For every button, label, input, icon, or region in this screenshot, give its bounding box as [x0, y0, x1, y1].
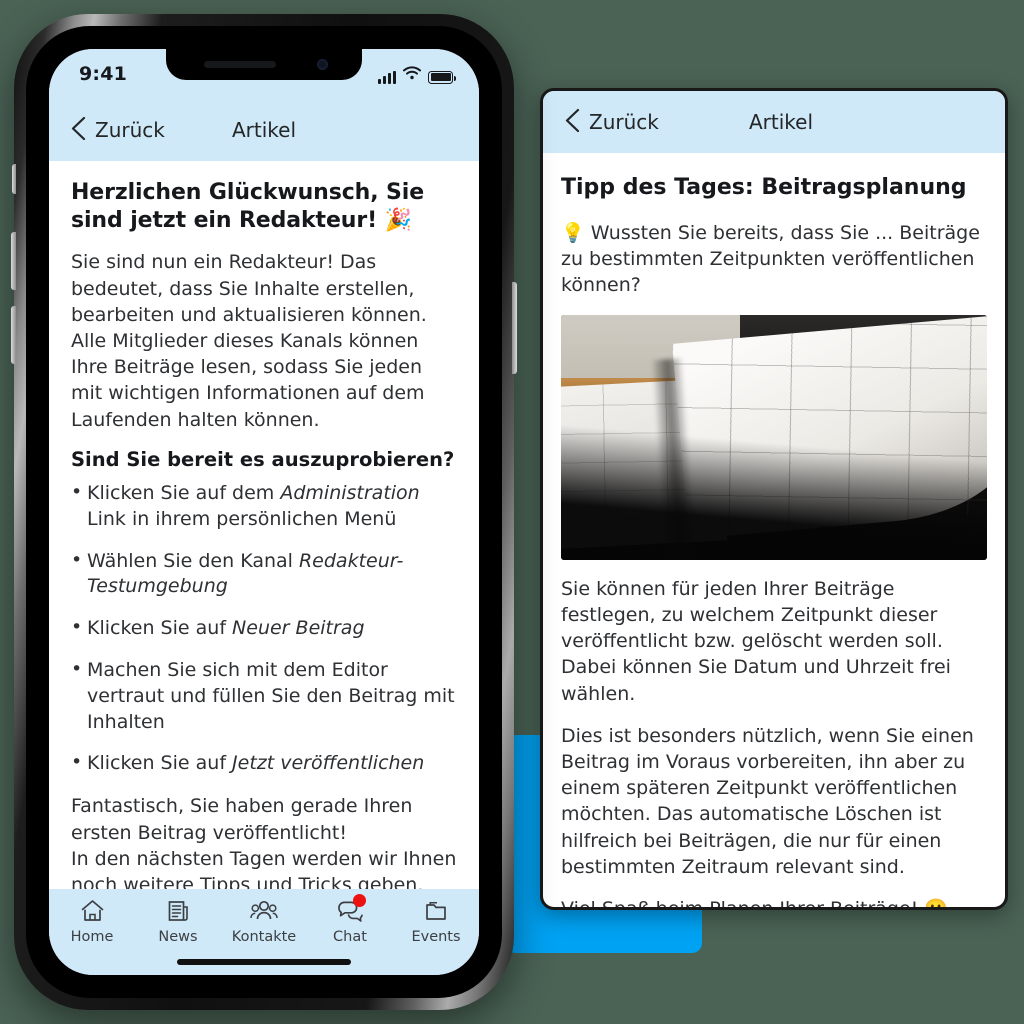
status-icons	[378, 65, 456, 84]
tab-news[interactable]: News	[136, 898, 220, 945]
front-camera	[317, 59, 328, 70]
wifi-icon	[403, 65, 421, 84]
tab-label: Kontakte	[231, 929, 297, 945]
phone-mockup: 9:41 Zurück Artikel Herzlichen Glückwuns…	[11, 14, 517, 1010]
news-icon	[166, 898, 191, 924]
contacts-icon	[250, 898, 278, 924]
silence-switch[interactable]	[12, 164, 16, 194]
earpiece-speaker	[204, 61, 276, 68]
list-item: Klicken Sie auf Neuer Beitrag	[71, 615, 457, 642]
article-subheading: Sind Sie bereit es auszuprobieren?	[71, 447, 455, 471]
phone-screen: 9:41 Zurück Artikel Herzlichen Glückwuns…	[49, 49, 479, 975]
volume-down-button[interactable]	[11, 306, 16, 364]
right-back-label: Zurück	[589, 110, 659, 134]
phone-bezel: 9:41 Zurück Artikel Herzlichen Glückwuns…	[26, 26, 502, 998]
list-item: Klicken Sie auf dem Administration Link …	[71, 480, 457, 533]
secondary-article-card: Zurück Artikel Tipp des Tages: Beitragsp…	[540, 88, 1008, 910]
chat-badge	[352, 894, 366, 907]
list-item: Machen Sie sich mit dem Editor vertraut …	[71, 657, 457, 735]
tab-chat[interactable]: Chat	[308, 894, 392, 945]
home-indicator[interactable]	[177, 959, 351, 965]
phone-navbar: Zurück Artikel	[49, 99, 479, 161]
chat-icon	[337, 894, 366, 924]
power-button[interactable]	[512, 282, 517, 374]
article-intro: Sie sind nun ein Redakteur! Das bedeutet…	[71, 251, 427, 431]
signal-bars-icon	[378, 70, 396, 84]
tab-label: Events	[411, 929, 461, 945]
chevron-left-icon	[565, 108, 580, 137]
right-back-button[interactable]: Zurück	[543, 108, 659, 137]
right-paragraph-2: Dies ist besonders nützlich, wenn Sie ei…	[561, 724, 974, 878]
article-title: Herzlichen Glückwunsch, Sie sind jetzt e…	[71, 180, 425, 234]
article-steps: Klicken Sie auf dem Administration Link …	[71, 480, 457, 777]
tab-home[interactable]: Home	[50, 898, 134, 945]
tab-label: Home	[70, 929, 114, 945]
tab-events[interactable]: Events	[394, 898, 478, 945]
tab-label: News	[158, 929, 198, 945]
right-article-intro: 💡 Wussten Sie bereits, dass Sie ... Beit…	[561, 222, 980, 297]
events-icon	[424, 898, 449, 924]
status-clock: 9:41	[79, 63, 128, 85]
tab-bar: Home News Kontakte Chat Events	[49, 889, 479, 975]
right-paragraph-1: Sie können für jeden Ihrer Beiträge fest…	[561, 577, 951, 705]
right-article-body: Tipp des Tages: Beitragsplanung 💡 Wusste…	[543, 153, 1005, 910]
right-paragraph-3: Viel Spaß beim Planen Ihrer Beiträge! 🙂	[561, 898, 948, 910]
home-icon	[80, 898, 105, 924]
notch	[166, 49, 362, 80]
list-item: Klicken Sie auf Jetzt veröffentlichen	[71, 750, 457, 777]
chevron-left-icon	[71, 116, 86, 145]
tab-kontakte[interactable]: Kontakte	[222, 898, 306, 945]
list-item: Wählen Sie den Kanal Redakteur-Testumgeb…	[71, 548, 457, 601]
battery-icon	[428, 70, 456, 84]
back-button[interactable]: Zurück	[49, 116, 165, 145]
right-article-title: Tipp des Tages: Beitragsplanung	[561, 175, 967, 200]
back-label: Zurück	[95, 118, 165, 142]
volume-up-button[interactable]	[11, 232, 16, 290]
tab-label: Chat	[333, 929, 367, 945]
right-navbar: Zurück Artikel	[543, 91, 1005, 153]
article-closing: Fantastisch, Sie haben gerade Ihren erst…	[71, 795, 457, 889]
article-content: Herzlichen Glückwunsch, Sie sind jetzt e…	[49, 161, 479, 889]
calendar-planner-photo	[561, 314, 987, 560]
